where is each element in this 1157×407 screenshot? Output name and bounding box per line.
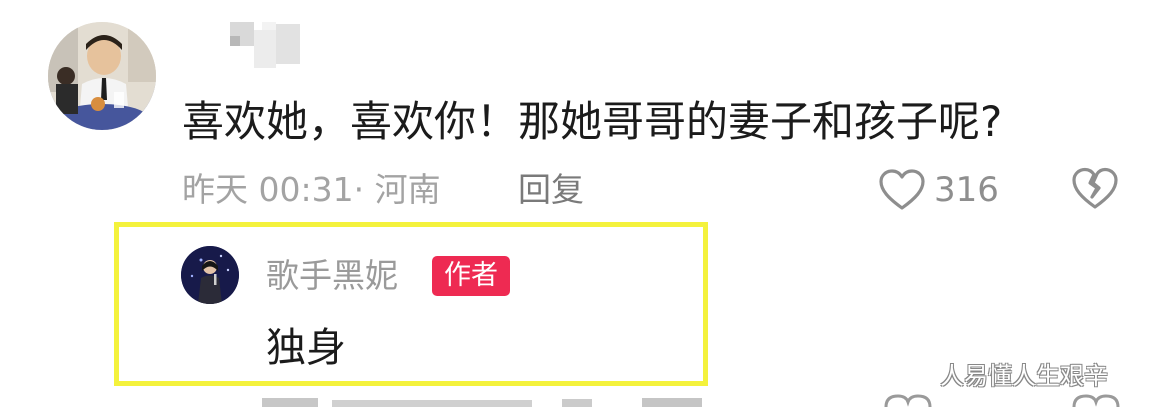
like-count: 316 <box>934 170 999 210</box>
broken-heart-icon[interactable] <box>1070 166 1120 212</box>
commenter-avatar[interactable] <box>48 22 156 130</box>
next-comment-meta-peek <box>262 398 702 407</box>
next-comment-icons-peek <box>884 394 1120 407</box>
comment-timestamp-location: 昨天 00:31· 河南 <box>182 170 441 209</box>
watermark: 人易懂人生艰辛 <box>940 362 1108 390</box>
reply-text: 独身 <box>266 325 346 371</box>
reply-author-name[interactable]: 歌手黑妮 <box>266 254 398 298</box>
author-avatar[interactable] <box>181 246 239 304</box>
reply-button[interactable]: 回复 <box>518 168 584 212</box>
comment-thread: 喜欢她，喜欢你！那她哥哥的妻子和孩子呢? 昨天 00:31· 河南 回复 316… <box>0 0 1157 407</box>
comment-text: 喜欢她，喜欢你！那她哥哥的妻子和孩子呢? <box>182 97 1003 146</box>
author-badge: 作者 <box>432 256 510 296</box>
masked-username <box>230 22 300 68</box>
heart-icon <box>879 169 925 210</box>
like-button[interactable]: 316 <box>878 166 999 214</box>
